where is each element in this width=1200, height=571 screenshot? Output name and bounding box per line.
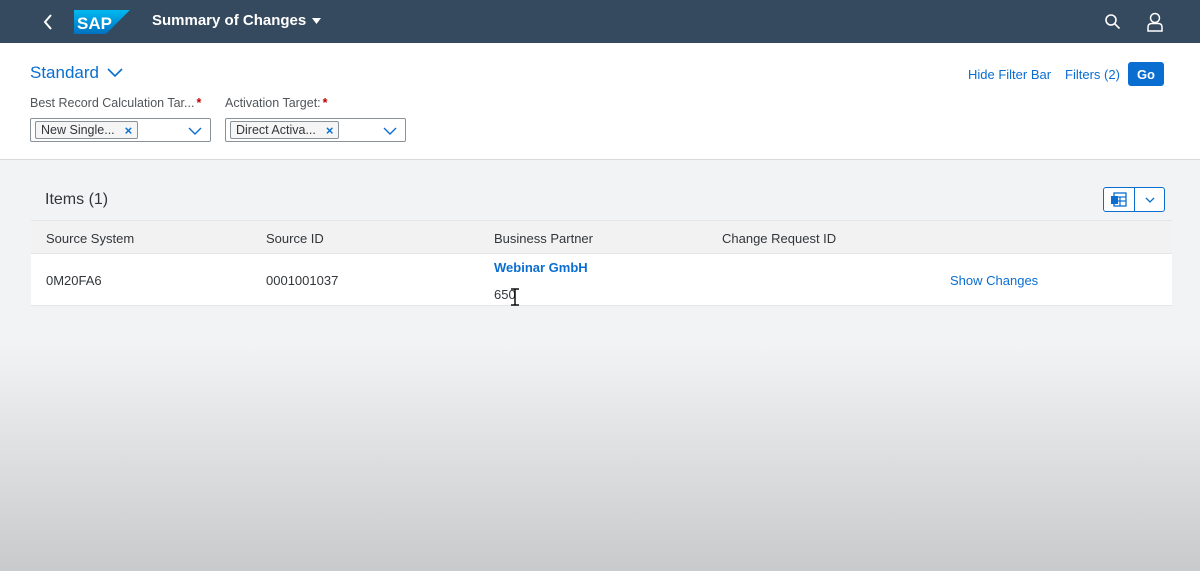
search-icon <box>1105 14 1121 30</box>
items-table: Items (1) Source System Source ID Busine… <box>31 178 1172 306</box>
chevron-down-icon[interactable] <box>383 124 397 138</box>
back-button[interactable] <box>38 11 58 33</box>
token-remove-icon[interactable]: × <box>326 123 334 138</box>
show-changes-link[interactable]: Show Changes <box>950 273 1038 288</box>
table-header: Source System Source ID Business Partner… <box>31 220 1172 254</box>
column-header: Business Partner <box>494 231 593 246</box>
content-area: Items (1) Source System Source ID Busine… <box>0 160 1200 571</box>
required-marker: * <box>196 96 202 110</box>
search-button[interactable] <box>1104 13 1122 31</box>
export-button[interactable] <box>1104 188 1134 211</box>
business-partner-link[interactable]: Webinar GmbH <box>494 260 588 275</box>
column-header: Change Request ID <box>722 231 837 246</box>
chevron-down-icon <box>107 68 123 78</box>
token-text: Direct Activa... <box>236 123 316 137</box>
source-system-cell: 0M20FA6 <box>46 273 102 288</box>
best-record-label: Best Record Calculation Tar... * <box>30 96 202 110</box>
column-header: Source ID <box>266 231 324 246</box>
filters-button[interactable]: Filters (2) <box>1065 67 1120 82</box>
activation-target-multicombobox[interactable]: Direct Activa... × <box>225 118 406 142</box>
table-toolbar <box>1103 187 1165 212</box>
variant-name: Standard <box>30 63 99 82</box>
go-button[interactable]: Go <box>1127 62 1164 86</box>
token-remove-icon[interactable]: × <box>125 123 133 138</box>
best-record-multicombobox[interactable]: New Single... × <box>30 118 211 142</box>
column-header: Source System <box>46 231 135 246</box>
activation-target-label: Activation Target: * <box>225 96 328 110</box>
token: New Single... × <box>35 121 139 139</box>
filter-bar: Standard Hide Filter Bar Filters (2) Go … <box>0 43 1200 160</box>
back-icon <box>43 14 52 30</box>
required-marker: * <box>322 96 328 110</box>
token-text: New Single... <box>41 123 115 137</box>
chevron-down-icon[interactable] <box>188 124 202 138</box>
token: Direct Activa... × <box>230 121 340 139</box>
app-title: Summary of Changes <box>152 12 307 29</box>
export-menu-button[interactable] <box>1134 188 1164 211</box>
table-row[interactable]: 0M20FA6 0001001037 Webinar GmbH 650 Show… <box>31 254 1172 306</box>
chevron-down-icon <box>1145 197 1154 203</box>
export-spreadsheet-icon <box>1111 191 1127 207</box>
text-cursor-icon <box>511 288 519 306</box>
sap-logo[interactable]: SAP <box>74 10 130 34</box>
source-id-cell: 0001001037 <box>266 273 339 288</box>
variant-selector[interactable]: Standard <box>30 63 123 83</box>
user-menu-button[interactable] <box>1146 12 1164 32</box>
app-title-menu[interactable]: Summary of Changes <box>152 12 322 29</box>
table-title: Items (1) <box>45 191 109 208</box>
shell-bar: SAP Summary of Changes <box>0 0 1200 43</box>
filter-actions: Hide Filter Bar Filters (2) Go <box>968 62 1164 86</box>
svg-text:SAP: SAP <box>77 14 112 33</box>
hide-filter-bar-button[interactable]: Hide Filter Bar <box>968 67 1051 82</box>
dropdown-triangle-icon <box>312 17 322 24</box>
user-icon <box>1147 12 1163 32</box>
